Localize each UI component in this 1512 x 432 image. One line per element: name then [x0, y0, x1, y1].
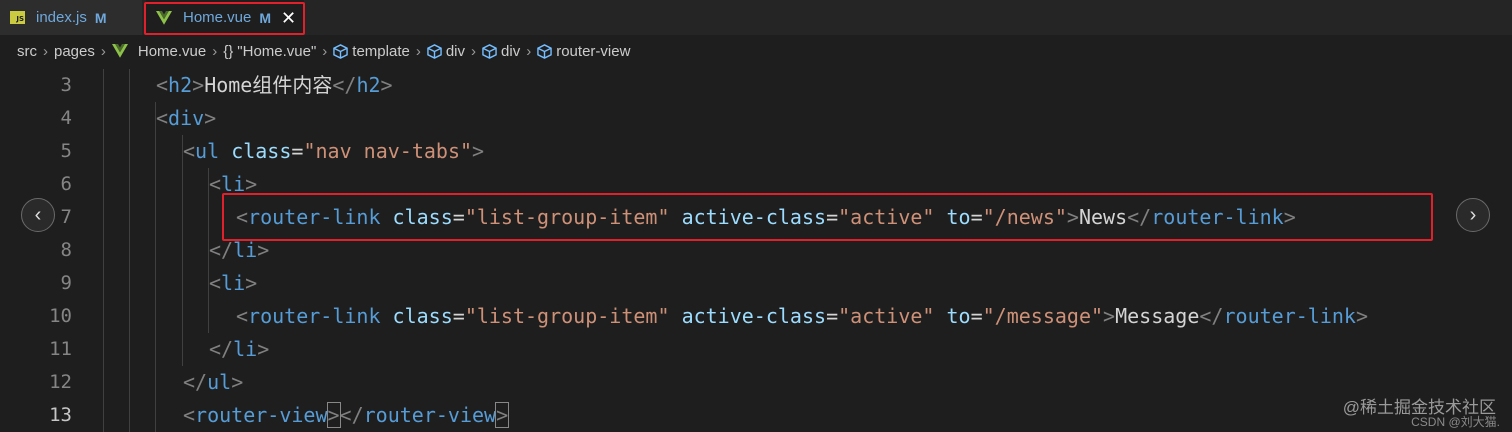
breadcrumb-router-view-label: router-view	[556, 42, 631, 60]
code-text: <li>	[209, 172, 258, 196]
line-number: 10	[49, 305, 72, 327]
cube-icon	[333, 43, 349, 59]
modified-badge: M	[259, 9, 272, 26]
breadcrumb-template[interactable]: template	[333, 43, 410, 60]
breadcrumb-object[interactable]: {} "Home.vue"	[223, 43, 316, 60]
tab-label: Home.vue	[183, 9, 252, 26]
code-line: 12 </ul>	[0, 366, 1512, 399]
code-line: 7 <router-link class="list-group-item" a…	[0, 201, 1512, 234]
breadcrumb-pages[interactable]: pages	[54, 43, 95, 60]
line-number: 9	[60, 272, 72, 294]
cube-icon	[482, 43, 497, 59]
modified-badge: M	[94, 9, 107, 26]
chevron-right-icon: ›	[415, 42, 421, 60]
code-line: 6 <li>	[0, 168, 1512, 201]
next-button[interactable]: ›	[1456, 198, 1490, 232]
breadcrumb-div[interactable]: div	[482, 43, 520, 60]
breadcrumb-template-label: template	[352, 42, 410, 60]
breadcrumb-object-label: "Home.vue"	[237, 42, 317, 60]
code-text: <div>	[156, 106, 217, 130]
code-line: 10 <router-link class="list-group-item" …	[0, 300, 1512, 333]
code-line: 13 <router-view></router-view>	[0, 399, 1512, 432]
line-number: 13	[49, 404, 72, 426]
braces-icon: {}	[223, 42, 234, 60]
code-line: 3 <h2>Home组件内容</h2>	[0, 69, 1512, 102]
breadcrumb-div-label: div	[445, 42, 466, 60]
code-line: 11 </li>	[0, 333, 1512, 366]
code-editor[interactable]: 3 <h2>Home组件内容</h2> 4 <div> 5 <ul class=…	[0, 69, 1512, 432]
chevron-right-icon: ›	[471, 42, 477, 60]
previous-button[interactable]: ‹	[21, 198, 55, 232]
breadcrumb-div-label: div	[501, 42, 521, 60]
code-text: <router-link class="list-group-item" act…	[236, 205, 1296, 229]
breadcrumb-file-label: Home.vue	[137, 42, 207, 60]
code-text: </ul>	[183, 370, 244, 394]
line-number: 11	[49, 338, 72, 360]
code-text: <li>	[209, 271, 258, 295]
cube-icon	[537, 43, 552, 59]
js-file-icon: JS	[10, 11, 25, 24]
code-line: 9 <li>	[0, 267, 1512, 300]
code-text: <router-view></router-view>	[183, 402, 510, 428]
chevron-right-icon: ›	[43, 42, 48, 60]
line-number: 4	[60, 107, 72, 129]
chevron-right-icon: ›	[212, 42, 218, 60]
tab-home-vue[interactable]: Home.vue M ✕	[146, 0, 304, 35]
breadcrumb-src[interactable]: src	[17, 43, 37, 60]
code-text: </li>	[209, 337, 270, 361]
breadcrumb-router-view[interactable]: router-view	[537, 43, 630, 60]
line-number: 12	[49, 371, 72, 393]
code-line: 4 <div>	[0, 102, 1512, 135]
tab-bar: JS index.js M Home.vue M ✕	[0, 0, 1512, 35]
code-text: </li>	[209, 238, 270, 262]
code-text: <h2>Home组件内容</h2>	[156, 73, 393, 97]
code-line: 8 </li>	[0, 234, 1512, 267]
breadcrumb-div[interactable]: div	[427, 43, 465, 60]
chevron-right-icon: ›	[322, 42, 328, 60]
watermark-credit: CSDN @刘大猫.	[1411, 415, 1500, 429]
code-text: <router-link class="list-group-item" act…	[236, 304, 1368, 328]
line-number: 3	[60, 74, 72, 96]
cube-icon	[427, 43, 442, 59]
line-number: 5	[60, 140, 72, 162]
close-icon[interactable]: ✕	[281, 9, 296, 27]
chevron-right-icon: ›	[526, 42, 532, 60]
tab-index-js[interactable]: JS index.js M	[0, 0, 142, 35]
tab-label: index.js	[36, 9, 87, 26]
code-text: <ul class="nav nav-tabs">	[183, 139, 485, 163]
line-number: 8	[60, 239, 72, 261]
breadcrumb-file[interactable]: Home.vue	[111, 42, 207, 60]
chevron-right-icon: ›	[100, 42, 106, 60]
vue-file-icon	[111, 44, 128, 58]
code-line: 5 <ul class="nav nav-tabs">	[0, 135, 1512, 168]
breadcrumb: src › pages › Home.vue › {} "Home.vue" ›…	[0, 35, 1512, 67]
line-number: 6	[60, 173, 72, 195]
vue-file-icon	[156, 10, 172, 25]
